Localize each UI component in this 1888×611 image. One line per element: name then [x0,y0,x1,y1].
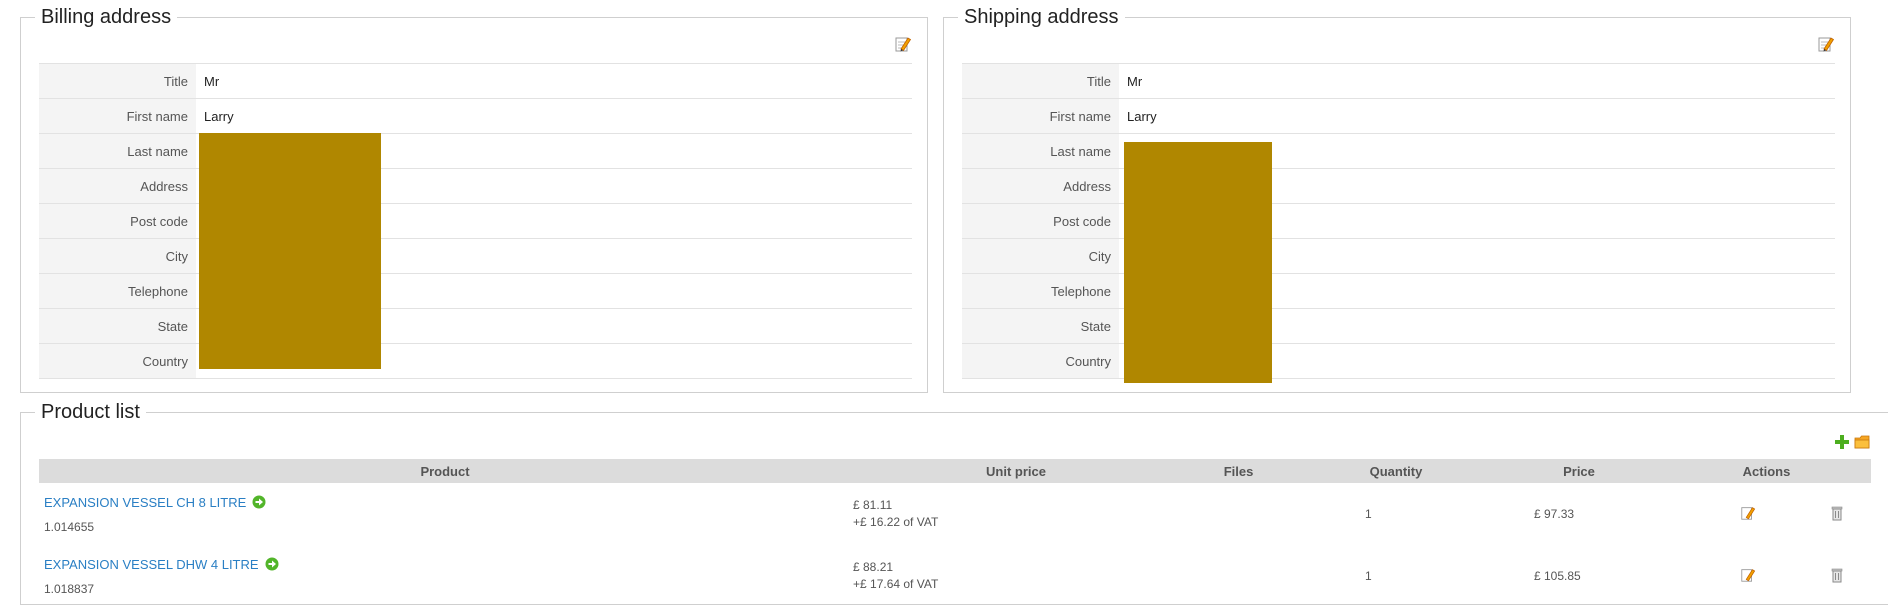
field-label: Country [962,343,1119,379]
field-label: Post code [962,203,1119,239]
billing-address-table: Title Mr First name Larry Last name Addres… [39,63,912,379]
price-cell: £ 105.85 [1496,545,1662,607]
shipping-row-city: City [962,238,1835,274]
redaction-block [199,133,381,369]
table-row: EXPANSION VESSEL CH 8 LITRE 1.014655 £ 8… [39,483,1871,545]
product-sku: 1.018837 [44,581,95,596]
shipping-row-post-code: Post code [962,203,1835,239]
column-header-actions: Actions [1662,459,1871,483]
redaction-block [1124,142,1272,383]
edit-icon[interactable] [894,35,912,53]
field-label: First name [39,98,196,134]
product-sku: 1.014655 [44,519,95,534]
unit-price-cell: £ 88.21 +£ 17.64 of VAT [851,545,1181,607]
product-link[interactable]: EXPANSION VESSEL CH 8 LITRE [44,495,246,510]
billing-row-city: City [39,238,912,274]
quantity-cell: 1 [1296,545,1496,607]
billing-address-panel: Billing address Title Mr First name Larry … [20,6,928,393]
quantity-cell: 1 [1296,483,1496,545]
billing-row-state: State [39,308,912,344]
actions-cell [1662,545,1871,607]
shipping-row-country: Country [962,343,1835,379]
field-value: Mr [196,63,912,99]
product-list-title: Product list [41,401,140,423]
column-header-files[interactable]: Files [1181,459,1296,483]
table-row: EXPANSION VESSEL DHW 4 LITRE 1.018837 £ … [39,545,1871,607]
shipping-address-panel: Shipping address Title Mr First name Larry… [943,6,1851,393]
field-value: Larry [1119,98,1835,134]
billing-row-address: Address [39,168,912,204]
quantity-value: 1 [1365,568,1372,583]
vat-amount: +£ 17.64 of VAT [853,577,939,591]
billing-row-first-name: First name Larry [39,98,912,134]
delete-icon[interactable] [1830,505,1844,524]
field-label: Telephone [39,273,196,309]
actions-cell [1662,483,1871,545]
unit-price: £ 81.11 [853,498,893,512]
field-label: State [962,308,1119,344]
product-cell: EXPANSION VESSEL DHW 4 LITRE 1.018837 [39,545,851,607]
product-list-panel: Product list Product Unit price Files Qu… [20,401,1888,605]
vat-amount: +£ 16.22 of VAT [853,515,939,529]
edit-icon[interactable] [1740,567,1756,586]
field-label: Address [962,168,1119,204]
field-label: First name [962,98,1119,134]
product-table: Product Unit price Files Quantity Price … [39,459,1871,607]
column-header-product[interactable]: Product [39,459,851,483]
shipping-row-telephone: Telephone [962,273,1835,309]
shipping-row-title: Title Mr [962,63,1835,99]
field-label: Address [39,168,196,204]
field-label: Last name [962,133,1119,169]
quantity-value: 1 [1365,506,1372,521]
column-header-price[interactable]: Price [1496,459,1662,483]
product-link[interactable]: EXPANSION VESSEL DHW 4 LITRE [44,557,259,572]
files-cell [1181,483,1296,545]
go-arrow-icon[interactable] [265,557,279,574]
field-label: Last name [39,133,196,169]
shipping-row-first-name: First name Larry [962,98,1835,134]
field-label: City [39,238,196,274]
go-arrow-icon[interactable] [252,495,266,512]
billing-address-title: Billing address [41,6,172,28]
shipping-address-table: Title Mr First name Larry Last name Addres… [962,63,1835,379]
shipping-address-title: Shipping address [964,6,1119,28]
field-value: Mr [1119,63,1835,99]
field-label: State [39,308,196,344]
files-cell [1181,545,1296,607]
field-label: Telephone [962,273,1119,309]
shipping-row-last-name: Last name [962,133,1835,169]
shipping-row-address: Address [962,168,1835,204]
billing-row-post-code: Post code [39,203,912,239]
column-header-unit-price[interactable]: Unit price [851,459,1181,483]
add-icon[interactable] [1834,434,1850,455]
price-value: £ 97.33 [1534,506,1575,521]
billing-row-country: Country [39,343,912,379]
field-label: City [962,238,1119,274]
billing-row-title: Title Mr [39,63,912,99]
field-label: Title [962,63,1119,99]
edit-icon[interactable] [1817,35,1835,53]
unit-price-cell: £ 81.11 +£ 16.22 of VAT [851,483,1181,545]
column-header-quantity[interactable]: Quantity [1296,459,1496,483]
field-value: Larry [196,98,912,134]
shipping-row-state: State [962,308,1835,344]
edit-icon[interactable] [1740,505,1756,524]
price-cell: £ 97.33 [1496,483,1662,545]
delete-icon[interactable] [1830,567,1844,586]
field-label: Title [39,63,196,99]
field-label: Post code [39,203,196,239]
field-label: Country [39,343,196,379]
product-cell: EXPANSION VESSEL CH 8 LITRE 1.014655 [39,483,851,545]
billing-row-telephone: Telephone [39,273,912,309]
billing-row-last-name: Last name [39,133,912,169]
product-table-header: Product Unit price Files Quantity Price … [39,459,1871,483]
price-value: £ 105.85 [1534,568,1581,583]
unit-price: £ 88.21 [853,560,894,574]
folder-icon[interactable] [1854,434,1870,455]
